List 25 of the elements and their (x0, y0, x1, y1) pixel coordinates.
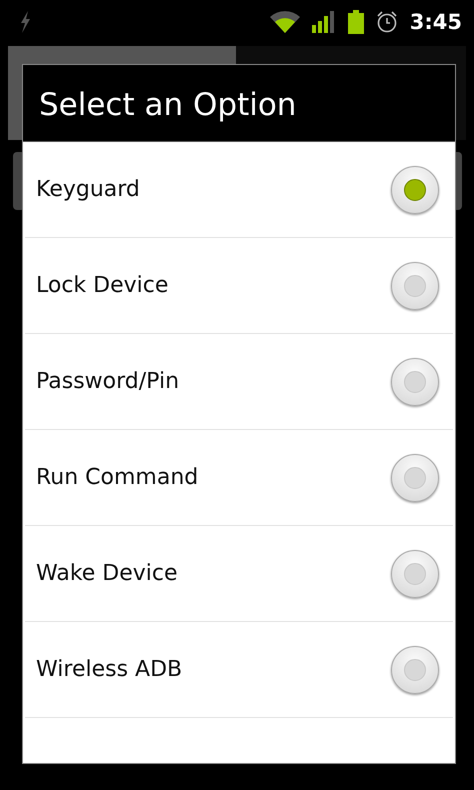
option-label: Wake Device (36, 561, 178, 586)
option-row[interactable]: Wake Device (25, 526, 453, 622)
option-row[interactable]: Run Command (25, 430, 453, 526)
dialog-title: Select an Option (23, 65, 455, 142)
radio-button[interactable] (391, 646, 439, 694)
radio-button[interactable] (391, 550, 439, 598)
battery-icon (348, 10, 364, 34)
option-label: Run Command (36, 465, 198, 490)
radio-button[interactable] (391, 358, 439, 406)
option-row[interactable]: Password/Pin (25, 334, 453, 430)
radio-button[interactable] (391, 166, 439, 214)
option-label: Lock Device (36, 273, 168, 298)
option-label: Keyguard (36, 177, 140, 202)
signal-icon (312, 11, 336, 33)
alarm-clock-icon (376, 11, 398, 33)
wifi-icon (270, 11, 300, 33)
radio-button[interactable] (391, 454, 439, 502)
lightning-icon (18, 11, 32, 33)
option-row[interactable]: Wireless ADB (25, 622, 453, 718)
clock-time: 3:45 (410, 10, 462, 34)
option-label: Password/Pin (36, 369, 180, 394)
radio-button[interactable] (391, 262, 439, 310)
option-row[interactable]: Keyguard (25, 142, 453, 238)
option-row[interactable]: Lock Device (25, 238, 453, 334)
option-label: Wireless ADB (36, 657, 182, 682)
